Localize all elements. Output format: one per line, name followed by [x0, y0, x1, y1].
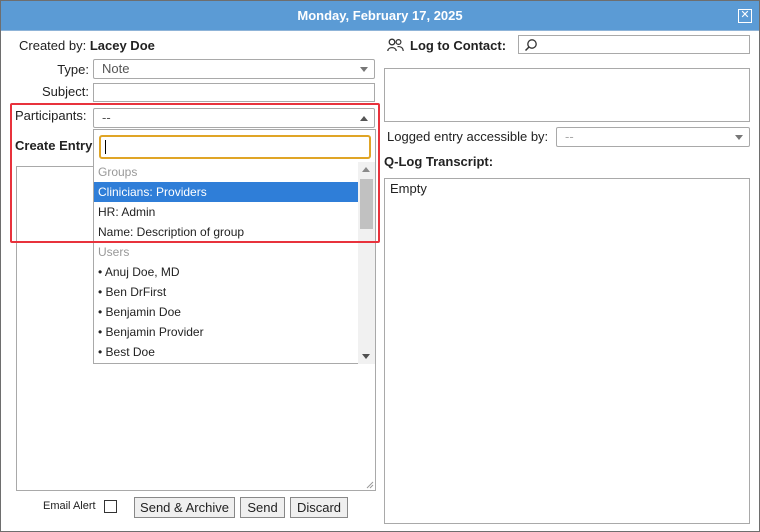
- logged-entry-label: Logged entry accessible by:: [387, 129, 549, 144]
- chevron-up-icon: [360, 116, 368, 121]
- title-bar: Monday, February 17, 2025 ✕: [1, 1, 759, 31]
- resize-grip-icon[interactable]: [365, 480, 374, 489]
- option-group-header: Users: [98, 245, 130, 259]
- email-alert-label: Email Alert: [43, 500, 96, 512]
- transcript-value: Empty: [390, 181, 427, 196]
- create-entry-label: Create Entry: [15, 138, 93, 153]
- participants-select-value: --: [102, 110, 111, 125]
- transcript-label: Q-Log Transcript:: [384, 154, 494, 169]
- participant-option[interactable]: • Anuj Doe, MD: [94, 262, 359, 282]
- participant-option[interactable]: • Best Doe: [94, 342, 359, 362]
- participant-option[interactable]: Clinicians: Providers: [94, 182, 359, 202]
- contact-search-input[interactable]: [518, 35, 750, 54]
- created-by-row: Created by: Lacey Doe: [19, 38, 155, 53]
- transcript-box: Empty: [384, 178, 750, 524]
- subject-input[interactable]: [93, 83, 375, 102]
- dropdown-scrollbar[interactable]: [358, 162, 375, 364]
- log-to-contact-label: Log to Contact:: [410, 38, 507, 53]
- participant-option[interactable]: • Ben DrFirst: [94, 282, 359, 302]
- type-label: Type:: [57, 62, 89, 77]
- participant-option[interactable]: • Benjamin Doe: [94, 302, 359, 322]
- message-dialog: Monday, February 17, 2025 ✕ Created by: …: [0, 0, 760, 532]
- scroll-down-icon[interactable]: [362, 354, 370, 359]
- send-archive-button[interactable]: Send & Archive: [134, 497, 235, 518]
- scrollbar-thumb[interactable]: [360, 179, 373, 229]
- text-caret: [105, 140, 106, 154]
- participants-dropdown: Groups Clinicians: Providers HR: Admin Name…: [93, 129, 376, 364]
- type-select[interactable]: Note: [93, 59, 375, 79]
- participant-option[interactable]: HR: Admin: [94, 202, 359, 222]
- people-icon: [387, 38, 404, 52]
- close-icon[interactable]: ✕: [738, 9, 752, 23]
- participants-label: Participants:: [15, 108, 87, 123]
- participant-option[interactable]: Name: Description of group: [94, 222, 359, 242]
- logged-entry-select-value: --: [565, 129, 574, 144]
- email-alert-checkbox[interactable]: [104, 500, 117, 513]
- participants-search-input[interactable]: [99, 135, 371, 159]
- window-title: Monday, February 17, 2025: [297, 8, 463, 23]
- created-by-label: Created by:: [19, 38, 87, 53]
- created-by-value: Lacey Doe: [89, 38, 155, 53]
- scroll-up-icon[interactable]: [362, 167, 370, 172]
- participants-option-list: Groups Clinicians: Providers HR: Admin Name…: [94, 162, 359, 364]
- search-icon: [524, 39, 537, 52]
- logged-entry-select[interactable]: --: [556, 127, 750, 147]
- option-group-header: Groups: [98, 165, 138, 179]
- type-select-value: Note: [102, 61, 130, 76]
- discard-button[interactable]: Discard: [290, 497, 348, 518]
- send-button[interactable]: Send: [240, 497, 285, 518]
- chevron-down-icon: [360, 67, 368, 72]
- contact-list-box[interactable]: [384, 68, 750, 122]
- participant-option[interactable]: • Benjamin Provider: [94, 322, 359, 342]
- subject-label: Subject:: [42, 84, 89, 99]
- chevron-down-icon: [735, 135, 743, 140]
- participants-select[interactable]: --: [93, 108, 375, 128]
